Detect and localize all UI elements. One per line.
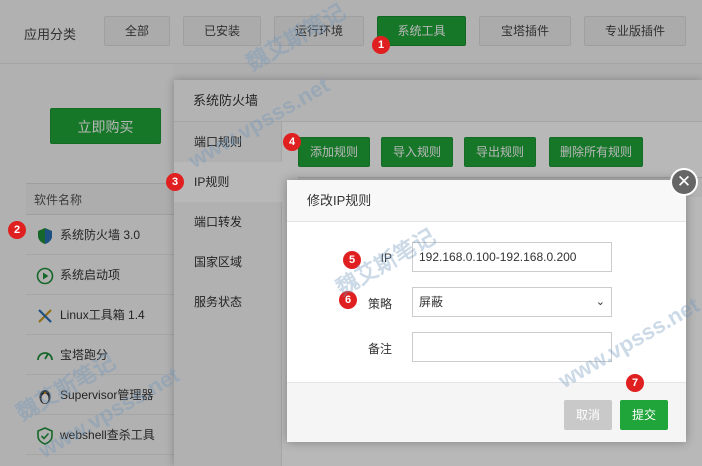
cancel-button[interactable]: 取消 <box>564 400 612 430</box>
ip-label: IP <box>380 251 392 265</box>
annotation-badge: 5 <box>343 251 361 269</box>
annotation-badge: 3 <box>166 173 184 191</box>
annotation-badge: 1 <box>372 36 390 54</box>
annotation-badge: 2 <box>8 221 26 239</box>
strategy-selected-value: 屏蔽 <box>419 295 444 309</box>
annotation-badge: 6 <box>339 291 357 309</box>
submit-button[interactable]: 提交 <box>620 400 668 430</box>
note-label: 备注 <box>367 342 392 356</box>
strategy-select[interactable]: 屏蔽 ⌄ <box>412 287 612 317</box>
note-input[interactable] <box>412 332 612 362</box>
ip-input[interactable]: 192.168.0.100-192.168.0.200 <box>412 242 612 272</box>
annotation-badge: 4 <box>283 133 301 151</box>
modal-title: 修改IP规则 <box>287 180 686 222</box>
modal-footer: 取消 提交 <box>287 382 686 442</box>
chevron-down-icon: ⌄ <box>595 296 605 308</box>
annotation-badge: 7 <box>626 374 644 392</box>
close-icon[interactable]: ✕ <box>670 168 698 196</box>
edit-ip-rule-modal: 修改IP规则 IP 192.168.0.100-192.168.0.200 策略… <box>287 180 686 442</box>
